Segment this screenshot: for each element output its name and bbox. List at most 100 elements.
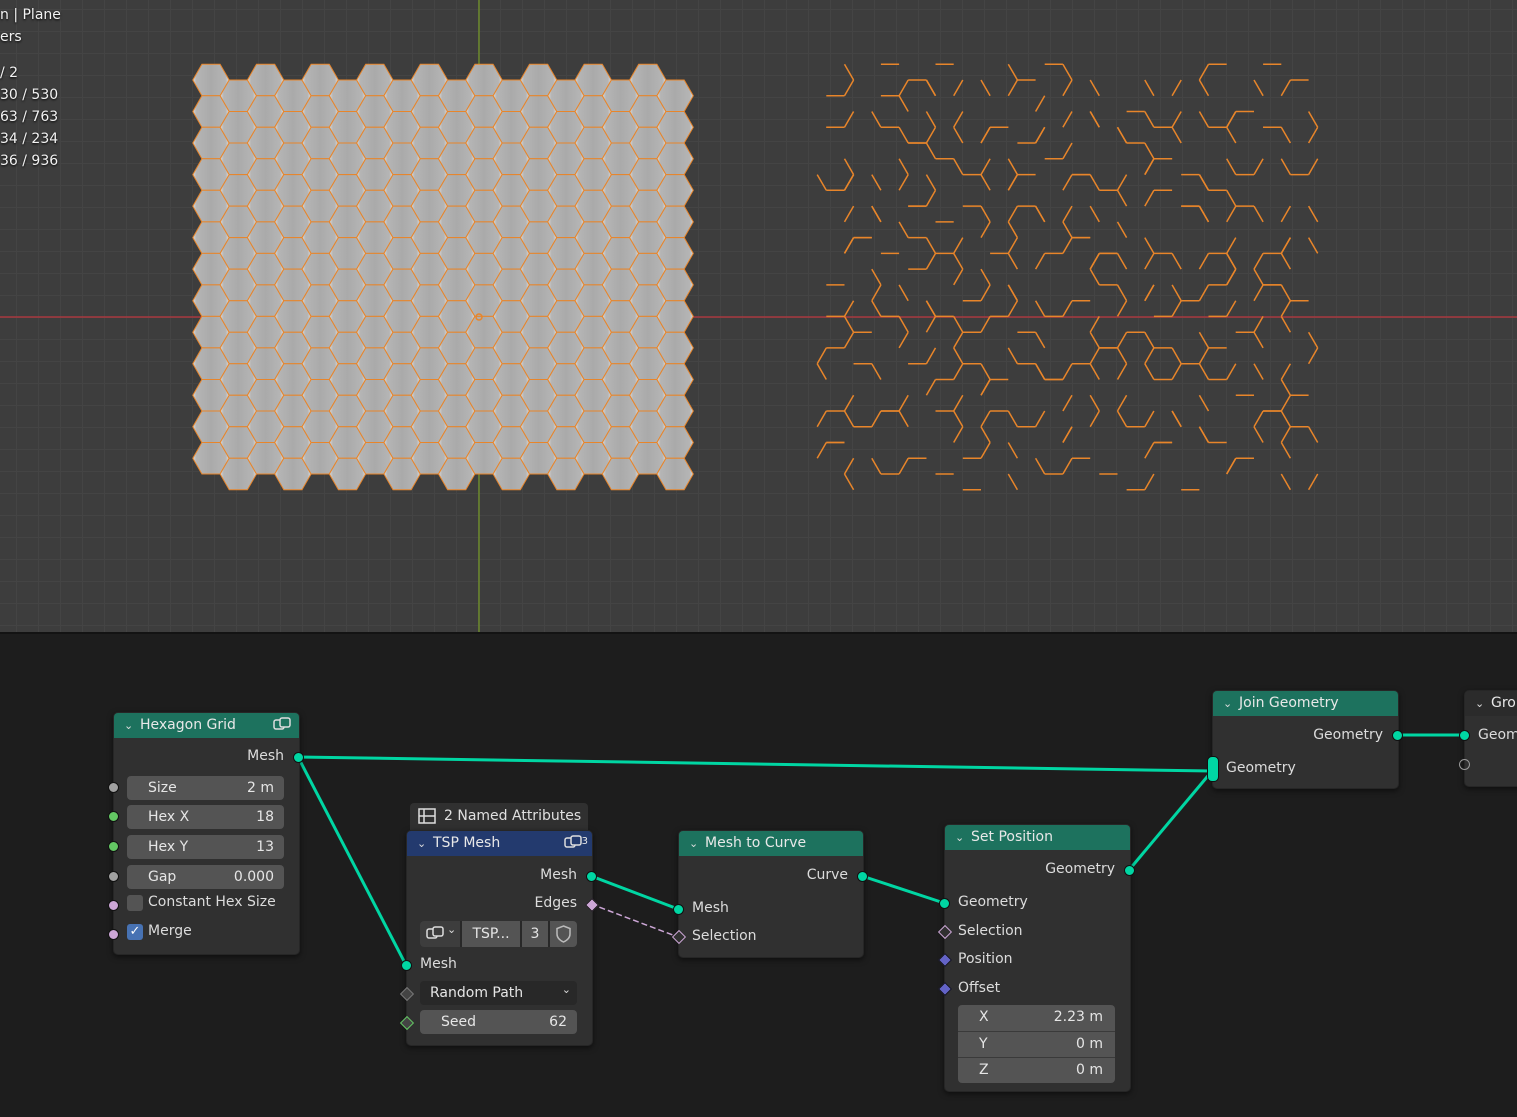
path-segment [1226,111,1237,128]
gap-input-socket[interactable] [108,871,119,882]
mesh-to-curve-node[interactable]: ⌄ Mesh to Curve Curve Mesh Selection [678,830,864,958]
path-segment [1171,126,1182,144]
gap-field[interactable]: Gap 0.000 [127,865,284,889]
path-segment [1116,331,1128,349]
node-group-icon[interactable] [273,717,291,733]
node-header[interactable]: ⌄ Gro [1465,691,1517,716]
path-segment [1116,189,1128,207]
path-segment [1034,457,1046,475]
group-output-empty-socket[interactable] [1459,759,1470,770]
size-input-socket[interactable] [108,782,119,793]
offset-x-field[interactable]: X 2.23 m [958,1005,1115,1030]
node-header[interactable]: ⌄ Mesh to Curve [679,831,863,856]
output-edges-label: Edges [534,895,577,911]
constant-hex-size-checkbox[interactable] [127,895,143,911]
join-geometry-output-socket[interactable] [1392,730,1403,741]
path-segment [1198,111,1210,128]
collapse-chevron-icon[interactable]: ⌄ [955,825,965,850]
datablock-users[interactable]: 3 [522,921,548,947]
node-header[interactable]: ⌄ Set Position [945,825,1130,850]
link-tsp-edges-to-m2c-selection[interactable] [590,903,679,938]
path-segment [925,300,937,317]
mode-dropdown[interactable]: Random Path ⌄ [420,981,577,1005]
node-header[interactable]: ⌄ TSP Mesh 3 [407,831,592,856]
path-segment [1007,347,1019,365]
path-segment [1007,253,1019,270]
group-output-node[interactable]: ⌄ Gro Geom [1464,690,1517,787]
collapse-chevron-icon[interactable]: ⌄ [417,831,427,856]
hex-y-field[interactable]: Hex Y 13 [127,835,284,859]
offset-y-field[interactable]: Y0 m [958,1031,1115,1056]
merge-input-socket[interactable] [108,929,119,940]
node-editor[interactable]: ⌄ Hexagon Grid Mesh Size 2 m Hex X 18 Hex Y… [0,634,1517,1117]
link-hexgrid-to-tsp[interactable] [296,756,408,966]
path-segment [1062,174,1073,191]
viewport-canvas[interactable] [0,0,1517,632]
set-position-node[interactable]: ⌄ Set Position Geometry Geometry Selectio… [944,824,1131,1092]
path-segment [1280,426,1292,443]
hexgrid-mesh-output-socket[interactable] [293,752,304,763]
setpos-geometry-input-socket[interactable] [939,898,950,909]
node-title: Set Position [971,829,1053,845]
offset-z-field[interactable]: Z0 m [958,1057,1115,1082]
offset-vector-field[interactable]: X 2.23 m Y0 m Z0 m [958,1005,1115,1083]
input-geometry-label: Geom [1478,727,1517,743]
group-output-geometry-socket[interactable] [1459,730,1470,741]
seed-field[interactable]: Seed 62 [420,1010,577,1034]
hexagon-grid-mesh[interactable] [192,63,694,491]
link-setpos-to-join[interactable] [1127,770,1214,871]
path-segment [1198,347,1210,365]
path-segment [980,205,991,223]
path-segment [925,142,937,160]
setpos-geometry-output-socket[interactable] [1124,865,1135,876]
link-tsp-mesh-to-m2c[interactable] [590,874,679,911]
join-geometry-node[interactable]: ⌄ Join Geometry Geometry Geometry [1212,690,1399,789]
collapse-chevron-icon[interactable]: ⌄ [1223,691,1233,716]
collapse-chevron-icon[interactable]: ⌄ [689,831,699,856]
link-hexgrid-to-join[interactable] [297,755,1213,773]
m2c-mesh-input-socket[interactable] [673,904,684,915]
constant-input-socket[interactable] [108,900,119,911]
merge-checkbox[interactable]: ✓ [127,924,143,940]
path-segment [980,379,991,396]
datablock-selector[interactable]: ⌄ TSP... 3 [420,921,577,947]
path-segment [953,126,964,144]
m2c-curve-output-socket[interactable] [857,871,868,882]
path-segment [1116,221,1128,238]
node-header[interactable]: ⌄ Join Geometry [1213,691,1398,716]
hex-y-input-socket[interactable] [108,841,119,852]
node-header[interactable]: ⌄ Hexagon Grid [114,713,299,738]
fake-user-shield-icon[interactable] [550,921,577,947]
hex-x-field[interactable]: Hex X 18 [127,805,284,829]
path-segment [953,410,964,428]
datablock-name[interactable]: TSP... [462,921,520,947]
named-attributes-tag[interactable]: 2 Named Attributes [410,803,588,830]
tsp-mesh-output-socket[interactable] [586,871,597,882]
path-segment [1089,363,1100,380]
tsp-mesh-node[interactable]: ⌄ TSP Mesh 3 Mesh Edges ⌄ TSP... 3 Mesh R… [406,830,593,1046]
link-m2c-to-setpos[interactable] [861,874,945,905]
path-segment [1089,347,1100,365]
collapse-chevron-icon[interactable]: ⌄ [124,713,134,738]
path-segment [843,174,855,191]
size-field[interactable]: Size 2 m [127,776,284,800]
path-segment [953,268,964,286]
datablock-browse-button[interactable]: ⌄ [420,921,460,947]
hexagon-grid-node[interactable]: ⌄ Hexagon Grid Mesh Size 2 m Hex X 18 Hex Y… [113,712,300,955]
viewport-statistics: n | Plane ers / 2 30 / 530 63 / 763 34 /… [0,4,61,172]
3d-viewport[interactable]: n | Plane ers / 2 30 / 530 63 / 763 34 /… [0,0,1517,632]
path-segment [1253,253,1264,270]
path-segment [980,363,991,380]
hex-x-input-socket[interactable] [108,811,119,822]
path-segment [843,457,855,475]
path-segment [925,126,937,144]
collapse-chevron-icon[interactable]: ⌄ [1475,691,1485,716]
path-segment [871,174,882,191]
path-segment [843,111,855,128]
join-multi-input-socket[interactable] [1207,756,1219,782]
path-segment [898,331,909,349]
tsp-mesh-input-socket[interactable] [401,960,412,971]
tsp-path-curve[interactable] [816,63,1319,491]
path-segment [1144,410,1155,428]
path-segment [1253,205,1264,223]
